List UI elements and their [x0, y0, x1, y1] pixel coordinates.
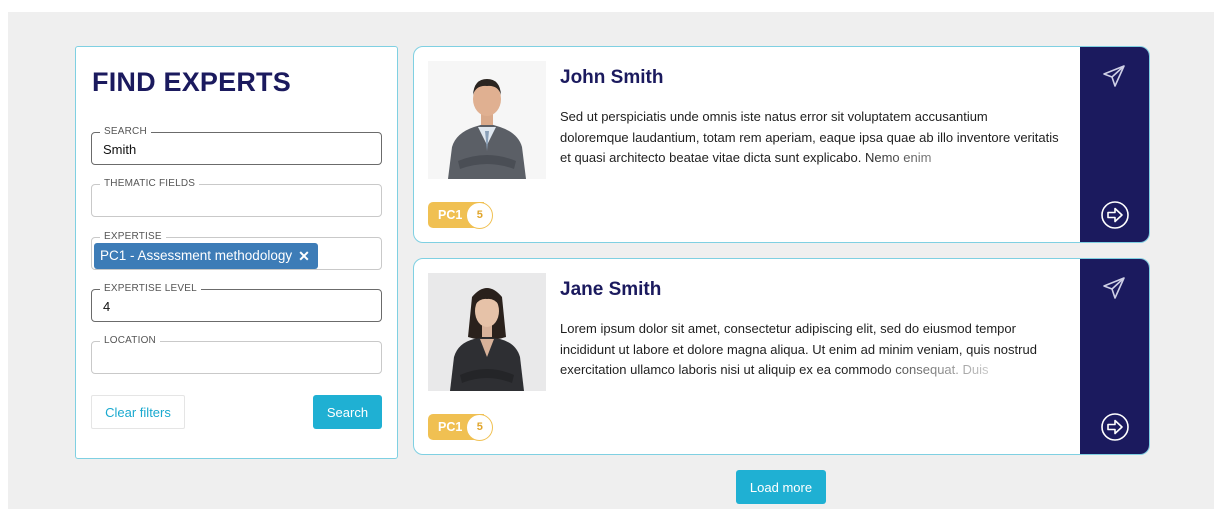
- thematic-fields-label: THEMATIC FIELDS: [100, 177, 200, 191]
- search-label: SEARCH: [100, 125, 151, 139]
- expertise-level-value: 4: [103, 299, 111, 314]
- expert-name[interactable]: Jane Smith: [560, 279, 661, 301]
- bio-fade: [860, 361, 1060, 381]
- expert-card: Jane Smith Lorem ipsum dolor sit amet, c…: [413, 258, 1150, 455]
- badge-count: 5: [466, 413, 494, 441]
- card-action-bar: [1080, 47, 1149, 242]
- expert-bio: Sed ut perspiciatis unde omnis iste natu…: [560, 107, 1060, 169]
- location-input[interactable]: LOCATION: [91, 334, 382, 374]
- badge-count: 5: [466, 201, 494, 229]
- expert-photo: [428, 61, 546, 179]
- expert-photo: [428, 273, 546, 391]
- circle-arrow-right-icon[interactable]: [1100, 412, 1130, 447]
- panel-title: FIND EXPERTS: [92, 67, 291, 97]
- card-action-bar: [1080, 259, 1149, 454]
- expertise-badge: PC1 5: [428, 413, 494, 441]
- expert-card: John Smith Sed ut perspiciatis unde omni…: [413, 46, 1150, 243]
- search-button[interactable]: Search: [313, 395, 382, 429]
- clear-filters-button[interactable]: Clear filters: [91, 395, 185, 429]
- thematic-fields-input[interactable]: THEMATIC FIELDS: [91, 177, 382, 217]
- location-label: LOCATION: [100, 334, 160, 348]
- expertise-chip[interactable]: PC1 - Assessment methodology ✕: [94, 243, 318, 269]
- search-input[interactable]: SEARCH Smith: [91, 125, 382, 165]
- expert-bio: Lorem ipsum dolor sit amet, consectetur …: [560, 319, 1060, 381]
- circle-arrow-right-icon[interactable]: [1100, 200, 1130, 235]
- expertise-badge: PC1 5: [428, 201, 494, 229]
- expertise-chip-label: PC1 - Assessment methodology: [100, 248, 293, 263]
- search-value: Smith: [103, 142, 137, 157]
- expertise-level-input[interactable]: EXPERTISE LEVEL 4: [91, 282, 382, 322]
- load-more-button[interactable]: Load more: [736, 470, 826, 504]
- find-experts-panel: FIND EXPERTS SEARCH Smith THEMATIC FIELD…: [75, 46, 398, 459]
- expertise-label: EXPERTISE: [100, 230, 166, 244]
- expertise-level-label: EXPERTISE LEVEL: [100, 282, 201, 296]
- bio-fade: [860, 149, 1060, 169]
- expertise-input[interactable]: EXPERTISE PC1 - Assessment methodology ✕: [91, 230, 382, 270]
- paper-plane-icon[interactable]: [1101, 275, 1127, 306]
- chip-close-icon[interactable]: ✕: [298, 243, 310, 269]
- paper-plane-icon[interactable]: [1101, 63, 1127, 94]
- expert-name[interactable]: John Smith: [560, 67, 663, 89]
